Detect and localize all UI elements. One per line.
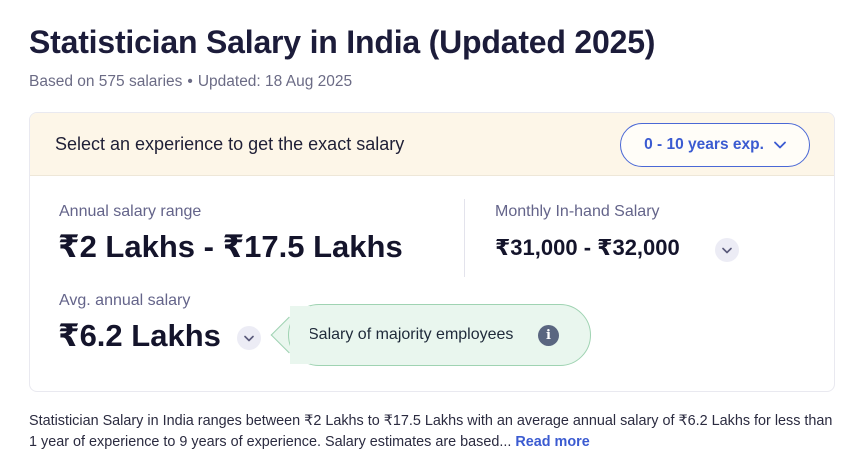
annual-range-label: Annual salary range — [59, 203, 202, 220]
monthly-expand-button[interactable] — [715, 238, 739, 262]
page-title: Statistician Salary in India (Updated 20… — [29, 24, 656, 60]
info-icon[interactable]: i — [538, 325, 559, 346]
read-more-link[interactable]: Read more — [515, 434, 589, 450]
description-text: Statistician Salary in India ranges betw… — [29, 413, 833, 450]
meta-separator: • — [187, 73, 193, 90]
avg-salary-value: ₹6.2 Lakhs — [58, 318, 221, 353]
updated-date: Updated: 18 Aug 2025 — [197, 73, 353, 90]
chevron-down-icon — [244, 335, 254, 341]
experience-selector-bar: Select an experience to get the exact sa… — [30, 113, 834, 176]
salaries-count: Based on 575 salaries — [29, 73, 183, 90]
experience-dropdown[interactable]: 0 - 10 years exp. — [620, 123, 810, 167]
chevron-down-icon — [773, 141, 786, 149]
salary-description: Statistician Salary in India ranges betw… — [29, 411, 834, 453]
column-divider — [464, 199, 465, 277]
chevron-down-icon — [722, 247, 732, 253]
avg-expand-button[interactable] — [237, 326, 261, 350]
tooltip-pointer-cover — [290, 306, 310, 364]
avg-salary-label: Avg. annual salary — [59, 292, 191, 309]
monthly-salary-value: ₹31,000 - ₹32,000 — [495, 235, 680, 260]
experience-dropdown-value: 0 - 10 years exp. — [644, 136, 764, 153]
monthly-salary-label: Monthly In-hand Salary — [495, 203, 660, 220]
salary-meta: Based on 575 salaries • Updated: 18 Aug 20… — [29, 73, 352, 91]
tooltip-text: Salary of majority employees — [308, 326, 514, 343]
experience-prompt: Select an experience to get the exact sa… — [55, 134, 405, 154]
majority-tooltip: Salary of majority employees i — [288, 304, 591, 366]
annual-range-value: ₹2 Lakhs - ₹17.5 Lakhs — [58, 229, 403, 264]
